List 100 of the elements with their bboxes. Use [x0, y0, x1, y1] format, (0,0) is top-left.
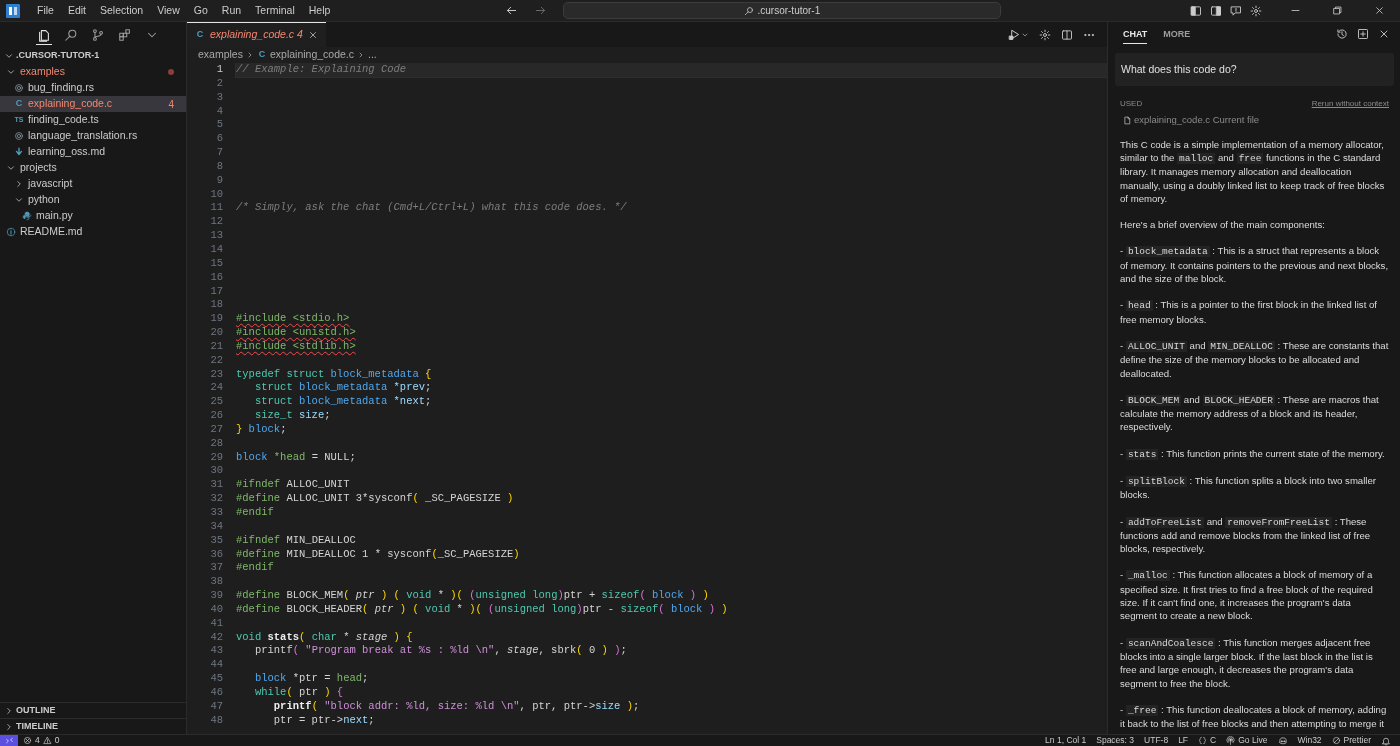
file-tree-item[interactable]: main.py	[0, 208, 186, 224]
menu-item[interactable]: Terminal	[248, 1, 302, 20]
line-number: 18	[209, 298, 223, 313]
bell-icon[interactable]	[1381, 735, 1391, 746]
file-tree-item[interactable]: projects	[0, 160, 186, 176]
line-number: 5	[215, 118, 223, 133]
command-search-field[interactable]: .cursor-tutor-1	[563, 2, 1002, 19]
chat-question: What does this code do?	[1115, 52, 1394, 87]
breadcrumb-item[interactable]: ...	[368, 47, 377, 63]
close-icon[interactable]	[307, 30, 318, 40]
file-tree-item[interactable]: C explaining_code.c 4	[0, 96, 186, 112]
context-file[interactable]: explaining_code.c Current file	[1134, 113, 1260, 128]
code-line: #define ALLOC_UNIT 3*sysconf( _SC_PAGESIZE )	[236, 492, 515, 506]
settings-icon[interactable]	[1250, 4, 1262, 17]
files-icon	[37, 28, 51, 42]
line-number: 4	[215, 104, 223, 119]
line-number: 10	[209, 187, 223, 202]
error-icon	[23, 736, 32, 745]
new-chat-icon[interactable]	[1357, 28, 1369, 41]
status-item[interactable]: Go Live	[1221, 735, 1273, 746]
chat-answer-text: - _free : This function deallocates a block of memory, adding it back to the list of free blocks and then attempting to merge it	[1119, 702, 1388, 731]
code-line: #include <unistd.h>	[236, 326, 357, 340]
info-file-icon	[6, 227, 16, 237]
status-item[interactable]: Prettier	[1326, 735, 1376, 746]
line-number: 27	[209, 422, 223, 437]
search-icon	[64, 28, 78, 42]
code-line: #define BLOCK_MEM( ptr ) ( void * )( (unsigned long)ptr + sizeof( block ) )	[236, 589, 710, 603]
chat-tab[interactable]: CHAT	[1123, 24, 1148, 45]
line-number: 30	[209, 464, 223, 479]
menu-item[interactable]: Help	[301, 1, 338, 20]
right-panel-icon[interactable]	[1210, 4, 1222, 17]
warning-icon	[42, 736, 52, 745]
settings-icon[interactable]	[1039, 28, 1051, 41]
search-icon	[744, 5, 755, 16]
file-tree-item[interactable]: bug_finding.rs	[0, 80, 186, 96]
code-line: typedef struct block_metadata {	[236, 367, 433, 382]
code-line: printf( "block addr: %ld, size: %ld \n", ptr, ptr->size );	[272, 699, 641, 714]
line-number: 38	[209, 575, 223, 590]
split-editor-icon[interactable]	[1061, 28, 1073, 41]
menu-item[interactable]: Selection	[93, 1, 151, 20]
code-line: size_t size;	[253, 409, 332, 423]
forward-arrow-icon[interactable]	[534, 4, 548, 17]
line-number: 19	[209, 312, 223, 327]
code-line: printf( "Program break at %s : %ld \n", stage, sbrk( 0 ) );	[253, 644, 628, 659]
code-line: void stats( char * stage ) {	[236, 630, 414, 645]
line-number: 6	[215, 132, 223, 147]
chevron-down-icon[interactable]	[4, 51, 14, 61]
status-item[interactable]: UTF-8	[1139, 735, 1174, 746]
file-tree-item[interactable]: learning_oss.md	[0, 144, 186, 160]
code-line: } block;	[236, 422, 288, 437]
file-tree-item[interactable]: examples	[0, 64, 186, 80]
left-panel-icon[interactable]	[1190, 4, 1202, 17]
menu-item[interactable]: File	[30, 1, 61, 20]
robot-icon[interactable]	[1277, 735, 1288, 746]
problems-button[interactable]: 4 0	[18, 735, 65, 746]
line-number: 25	[209, 395, 223, 410]
file-tree-item[interactable]: python	[0, 192, 186, 208]
line-number: 29	[209, 450, 223, 465]
line-number: 44	[209, 658, 223, 673]
code-line: #define BLOCK_HEADER( ptr ) ( void * )( (unsigned long)ptr - sizeof( block ) )	[236, 602, 729, 617]
restore-icon[interactable]	[1331, 5, 1343, 16]
breadcrumb-item[interactable]: examples	[198, 47, 243, 63]
chevron-right-icon	[4, 721, 14, 732]
line-number: 17	[209, 284, 223, 299]
close-icon[interactable]	[1373, 5, 1385, 16]
code-line: struct block_metadata *prev;	[253, 381, 433, 396]
c-file-icon: C	[195, 28, 205, 42]
code-line: block *ptr = head;	[253, 672, 370, 686]
line-number: 47	[209, 699, 223, 714]
status-item[interactable]: Ln 1, Col 1	[1040, 735, 1092, 746]
file-tree-item[interactable]: javascript	[0, 176, 186, 192]
c-file-icon: C	[256, 48, 267, 62]
file-tree-item[interactable]: language_translation.rs	[0, 128, 186, 144]
menu-item[interactable]: Go	[186, 1, 215, 20]
status-item[interactable]: Spaces: 3	[1091, 735, 1140, 746]
status-item[interactable]: Win32	[1292, 735, 1327, 746]
line-number: 45	[209, 672, 223, 686]
back-arrow-icon[interactable]	[505, 4, 519, 17]
braces-icon	[1198, 736, 1208, 745]
status-item[interactable]: LF	[1173, 735, 1194, 746]
editor-tab[interactable]: C explaining_code.c 4	[187, 22, 326, 47]
status-item[interactable]: C	[1193, 735, 1222, 746]
line-number: 12	[209, 215, 223, 230]
rerun-link[interactable]: Rerun without context	[1311, 98, 1389, 111]
menu-item[interactable]: View	[150, 1, 187, 20]
menu-item[interactable]: Edit	[60, 1, 93, 20]
file-tree-item[interactable]: README.md	[0, 224, 186, 240]
run-icon[interactable]	[1008, 28, 1021, 41]
line-number: 46	[209, 685, 223, 700]
breadcrumb-item[interactable]: explaining_code.c	[269, 47, 354, 63]
history-icon[interactable]	[1336, 28, 1348, 41]
chat-answer-text: - stats : This function prints the current state of the memory.	[1119, 446, 1386, 461]
feedback-icon[interactable]	[1230, 4, 1242, 17]
cog-file-icon	[14, 83, 24, 93]
chat-tab[interactable]: MORE	[1163, 24, 1191, 45]
code-line: struct block_metadata *next;	[253, 395, 433, 410]
panel-section-header[interactable]: OUTLINE	[0, 702, 186, 718]
menu-item[interactable]: Run	[214, 1, 249, 20]
code-line: #endif	[236, 506, 275, 520]
line-number: 2	[215, 76, 223, 91]
